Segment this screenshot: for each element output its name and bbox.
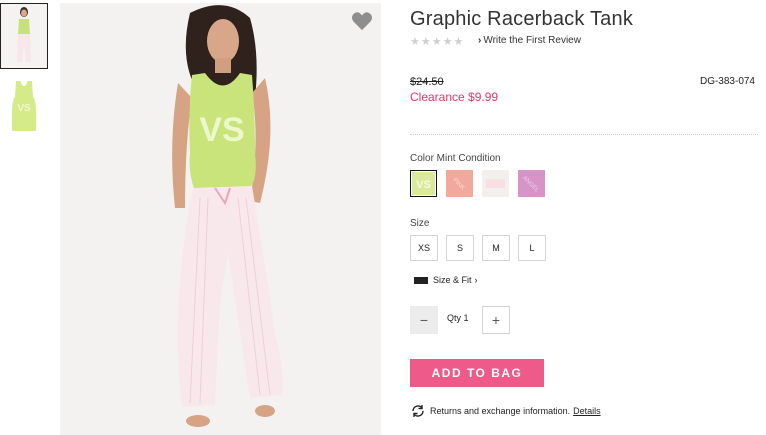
thumbnail-model[interactable]: [0, 3, 48, 69]
returns-details-link[interactable]: Details: [573, 406, 601, 416]
write-review-label: Write the First Review: [483, 35, 581, 46]
returns-text: Returns and exchange information.: [430, 406, 571, 416]
product-title: Graphic Racerback Tank: [410, 8, 634, 30]
heart-icon: [352, 12, 372, 31]
thumbnail-model-image: [1, 4, 47, 68]
quantity-value: Qty 1: [447, 313, 469, 323]
swatch-lilac-image: ANGEL: [518, 170, 545, 197]
size-s-button[interactable]: S: [446, 235, 474, 261]
write-review-link[interactable]: › Write the First Review: [478, 35, 581, 46]
model-image: VS: [60, 3, 381, 435]
favorite-heart-icon[interactable]: [351, 11, 373, 31]
quantity-increase-button[interactable]: +: [482, 306, 510, 334]
original-price: $24.50: [410, 76, 444, 88]
size-m-button[interactable]: M: [482, 235, 510, 261]
svg-text:VS: VS: [199, 111, 244, 149]
svg-text:VS: VS: [17, 103, 31, 114]
main-product-image: VS: [60, 3, 381, 435]
chevron-right-icon: ›: [478, 35, 482, 46]
rating-stars: ★★★★★: [410, 36, 465, 48]
divider: [410, 134, 758, 135]
swatch-mint-image: VS: [412, 172, 435, 195]
swatch-white-image: [482, 170, 509, 197]
swatch-lilac[interactable]: ANGEL: [518, 170, 545, 197]
ruler-icon: [414, 276, 428, 284]
thumbnail-tank-image: VS: [11, 81, 37, 131]
chevron-right-icon: ›: [474, 275, 478, 285]
size-xs-button[interactable]: XS: [410, 235, 438, 261]
refresh-icon: [412, 405, 424, 417]
add-to-bag-button[interactable]: ADD TO BAG: [410, 359, 544, 387]
size-label: Size: [410, 218, 430, 229]
product-sku: DG-383-074: [699, 76, 755, 87]
thumbnail-tank[interactable]: VS: [0, 74, 48, 140]
swatch-pink-image: PINK: [446, 170, 473, 197]
clearance-price: Clearance $9.99: [410, 90, 499, 104]
returns-info: Returns and exchange information. Detail…: [410, 404, 601, 418]
swatch-white[interactable]: [482, 170, 509, 197]
size-l-button[interactable]: L: [518, 235, 546, 261]
swatch-pink[interactable]: PINK: [446, 170, 473, 197]
swatch-mint-condition[interactable]: VS: [410, 170, 437, 197]
svg-text:VS: VS: [416, 179, 431, 191]
size-fit-label: Size & Fit: [433, 275, 472, 285]
size-fit-link[interactable]: Size & Fit ›: [414, 275, 478, 285]
quantity-decrease-button[interactable]: −: [410, 306, 438, 334]
color-label: Color Mint Condition: [410, 153, 501, 164]
